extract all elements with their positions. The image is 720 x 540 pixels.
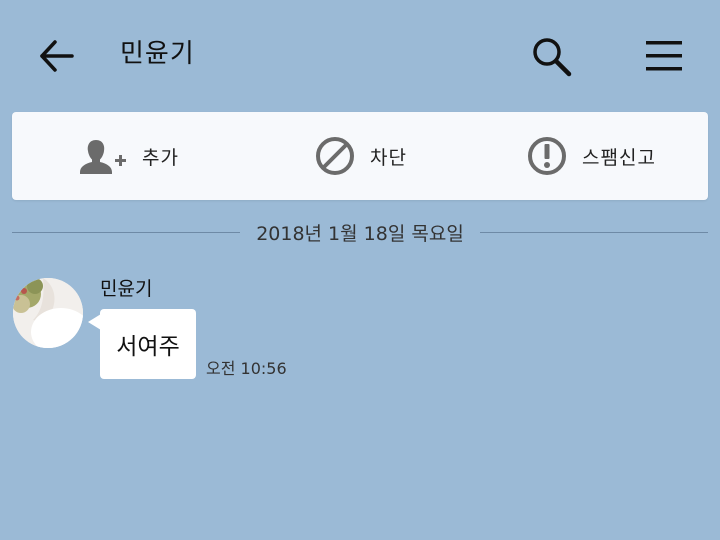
arrow-left-icon xyxy=(40,40,74,72)
menu-button[interactable] xyxy=(640,34,688,78)
search-button[interactable] xyxy=(526,32,578,82)
exclamation-circle-icon xyxy=(528,137,566,175)
profile-photo xyxy=(13,278,83,348)
date-divider: 2018년 1월 18일 목요일 xyxy=(12,216,708,248)
sender-name: 민윤기 xyxy=(100,278,153,300)
friend-action-bar: 추가 차단 스팸신고 xyxy=(12,112,708,200)
chat-title: 민윤기 xyxy=(120,39,195,69)
block-button[interactable]: 차단 xyxy=(314,112,407,200)
message-time: 오전 10:56 xyxy=(206,359,287,378)
divider-line-left xyxy=(12,231,241,233)
search-icon xyxy=(533,38,572,77)
date-text: 2018년 1월 18일 목요일 xyxy=(256,222,464,245)
report-spam-button[interactable]: 스팸신고 xyxy=(526,112,656,200)
divider-line-right xyxy=(479,231,708,233)
add-friend-label: 추가 xyxy=(142,146,179,169)
add-friend-icon xyxy=(80,140,126,174)
message-bubble[interactable]: 서여주 xyxy=(100,309,196,379)
add-friend-button[interactable]: 추가 xyxy=(78,112,179,200)
chat-header: 민윤기 xyxy=(0,0,720,112)
report-spam-label: 스팸신고 xyxy=(582,146,656,169)
block-label: 차단 xyxy=(370,146,407,169)
sender-avatar[interactable] xyxy=(13,278,83,348)
back-button[interactable] xyxy=(32,34,80,78)
hamburger-menu-icon xyxy=(646,41,682,71)
block-icon xyxy=(316,137,354,175)
